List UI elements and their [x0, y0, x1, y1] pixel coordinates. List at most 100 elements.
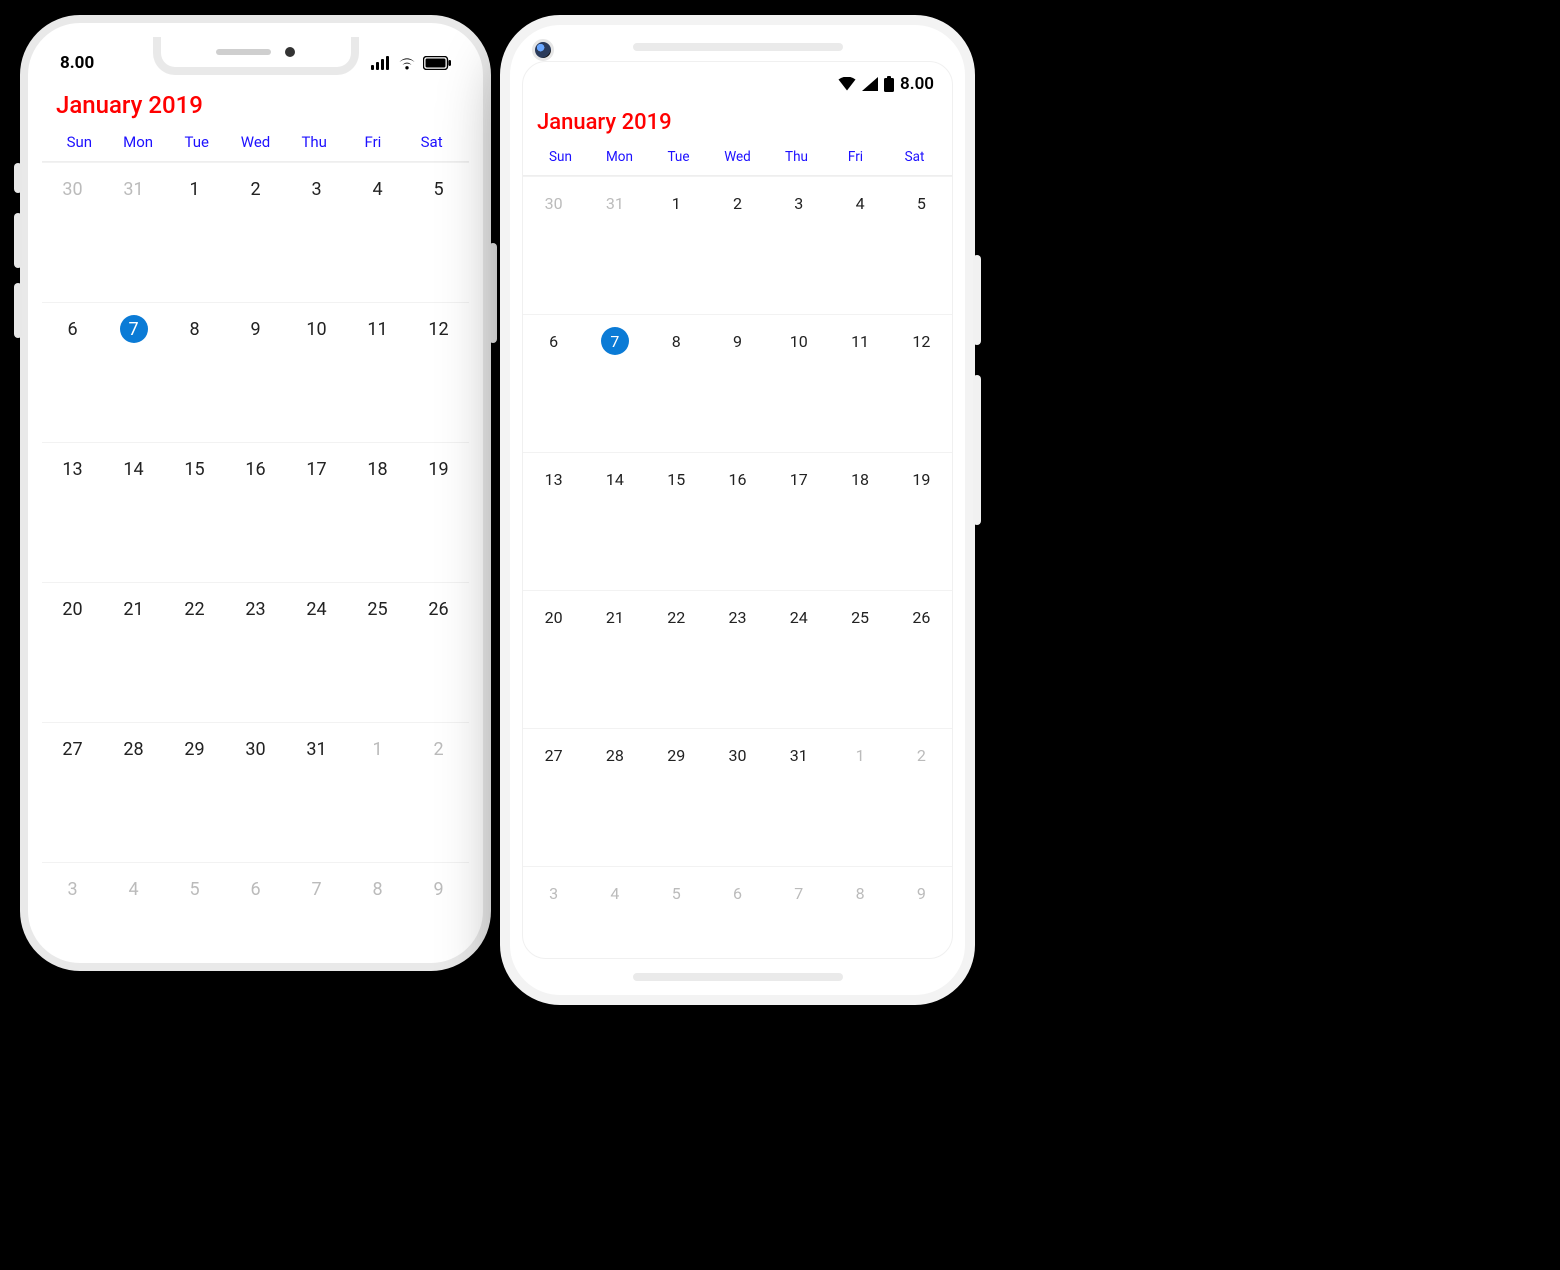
calendar-day[interactable]: 29	[646, 728, 707, 866]
signal-icon	[371, 56, 391, 70]
calendar-day[interactable]: 1	[646, 176, 707, 314]
calendar-day[interactable]: 25	[829, 590, 890, 728]
calendar-day[interactable]: 17	[768, 452, 829, 590]
calendar-day[interactable]: 3	[286, 162, 347, 302]
calendar-day[interactable]: 16	[707, 452, 768, 590]
calendar-day-outside[interactable]: 1	[347, 722, 408, 862]
calendar-day-outside[interactable]: 6	[225, 862, 286, 935]
calendar-day[interactable]: 16	[225, 442, 286, 582]
calendar-day[interactable]: 5	[891, 176, 952, 314]
weekday-label: Thu	[767, 149, 826, 165]
calendar-day[interactable]: 8	[164, 302, 225, 442]
weekday-label: Thu	[285, 133, 344, 151]
calendar-day-outside[interactable]: 8	[829, 866, 890, 935]
calendar-day-outside[interactable]: 9	[408, 862, 469, 935]
calendar-day[interactable]: 24	[768, 590, 829, 728]
calendar-day-outside[interactable]: 5	[164, 862, 225, 935]
calendar-day[interactable]: 21	[584, 590, 645, 728]
calendar-day[interactable]: 10	[768, 314, 829, 452]
front-camera-icon	[285, 47, 295, 57]
calendar-day[interactable]: 4	[829, 176, 890, 314]
calendar-day[interactable]: 9	[707, 314, 768, 452]
calendar-day[interactable]: 23	[225, 582, 286, 722]
calendar-day-outside[interactable]: 7	[768, 866, 829, 935]
calendar-day[interactable]: 31	[768, 728, 829, 866]
calendar-day-outside[interactable]: 31	[584, 176, 645, 314]
calendar-day-outside[interactable]: 1	[829, 728, 890, 866]
calendar-day-outside[interactable]: 3	[42, 862, 103, 935]
calendar-grid[interactable]: 3031123456789101112131415161718192021222…	[523, 176, 952, 935]
calendar-day[interactable]: 6	[523, 314, 584, 452]
calendar-day-outside[interactable]: 30	[523, 176, 584, 314]
calendar-day-outside[interactable]: 2	[408, 722, 469, 862]
calendar-day[interactable]: 22	[646, 590, 707, 728]
calendar-day[interactable]: 30	[225, 722, 286, 862]
day-number: 8	[846, 879, 874, 907]
calendar-day-outside[interactable]: 4	[103, 862, 164, 935]
calendar-day[interactable]: 5	[408, 162, 469, 302]
calendar-day[interactable]: 15	[646, 452, 707, 590]
calendar-day-outside[interactable]: 3	[523, 866, 584, 935]
day-number: 13	[59, 455, 87, 483]
calendar-day[interactable]: 26	[408, 582, 469, 722]
calendar-day-outside[interactable]: 31	[103, 162, 164, 302]
calendar-day-outside[interactable]: 9	[891, 866, 952, 935]
calendar-day[interactable]: 31	[286, 722, 347, 862]
battery-icon	[423, 56, 451, 70]
calendar-day-outside[interactable]: 4	[584, 866, 645, 935]
calendar-day-outside[interactable]: 7	[286, 862, 347, 935]
calendar-day[interactable]: 3	[768, 176, 829, 314]
calendar-day[interactable]: 4	[347, 162, 408, 302]
calendar-day[interactable]: 22	[164, 582, 225, 722]
calendar-day[interactable]: 12	[408, 302, 469, 442]
day-number: 8	[662, 327, 690, 355]
calendar-day[interactable]: 9	[225, 302, 286, 442]
calendar-day[interactable]: 26	[891, 590, 952, 728]
calendar-day[interactable]: 18	[347, 442, 408, 582]
calendar-day[interactable]: 17	[286, 442, 347, 582]
calendar-day[interactable]: 2	[225, 162, 286, 302]
calendar-day-outside[interactable]: 30	[42, 162, 103, 302]
calendar-day[interactable]: 8	[646, 314, 707, 452]
calendar-day[interactable]: 13	[42, 442, 103, 582]
calendar-day-outside[interactable]: 6	[707, 866, 768, 935]
calendar-day-outside[interactable]: 8	[347, 862, 408, 935]
day-number: 25	[846, 603, 874, 631]
calendar-day[interactable]: 27	[42, 722, 103, 862]
calendar-grid[interactable]: 3031123456789101112131415161718192021222…	[42, 162, 469, 935]
calendar-day[interactable]: 6	[42, 302, 103, 442]
calendar-day[interactable]: 25	[347, 582, 408, 722]
calendar-day[interactable]: 20	[523, 590, 584, 728]
calendar-day[interactable]: 24	[286, 582, 347, 722]
calendar-day[interactable]: 1	[164, 162, 225, 302]
calendar-day[interactable]: 19	[408, 442, 469, 582]
calendar-day[interactable]: 30	[707, 728, 768, 866]
calendar-day[interactable]: 28	[584, 728, 645, 866]
calendar-day[interactable]: 2	[707, 176, 768, 314]
calendar-day[interactable]: 10	[286, 302, 347, 442]
calendar-day[interactable]: 11	[829, 314, 890, 452]
calendar-day-outside[interactable]: 5	[646, 866, 707, 935]
calendar-day[interactable]: 13	[523, 452, 584, 590]
calendar-day[interactable]: 29	[164, 722, 225, 862]
calendar-day-selected[interactable]: 7	[103, 302, 164, 442]
day-number: 31	[785, 741, 813, 769]
day-number: 3	[303, 175, 331, 203]
calendar-day-outside[interactable]: 2	[891, 728, 952, 866]
calendar-day[interactable]: 14	[103, 442, 164, 582]
calendar-day[interactable]: 15	[164, 442, 225, 582]
calendar-day[interactable]: 27	[523, 728, 584, 866]
calendar-day[interactable]: 14	[584, 452, 645, 590]
day-number: 11	[846, 327, 874, 355]
calendar-day[interactable]: 28	[103, 722, 164, 862]
day-number: 7	[785, 879, 813, 907]
calendar-day[interactable]: 20	[42, 582, 103, 722]
calendar-day[interactable]: 18	[829, 452, 890, 590]
calendar-day-selected[interactable]: 7	[584, 314, 645, 452]
calendar-day[interactable]: 11	[347, 302, 408, 442]
calendar-day[interactable]: 12	[891, 314, 952, 452]
day-number: 9	[723, 327, 751, 355]
calendar-day[interactable]: 19	[891, 452, 952, 590]
calendar-day[interactable]: 23	[707, 590, 768, 728]
calendar-day[interactable]: 21	[103, 582, 164, 722]
